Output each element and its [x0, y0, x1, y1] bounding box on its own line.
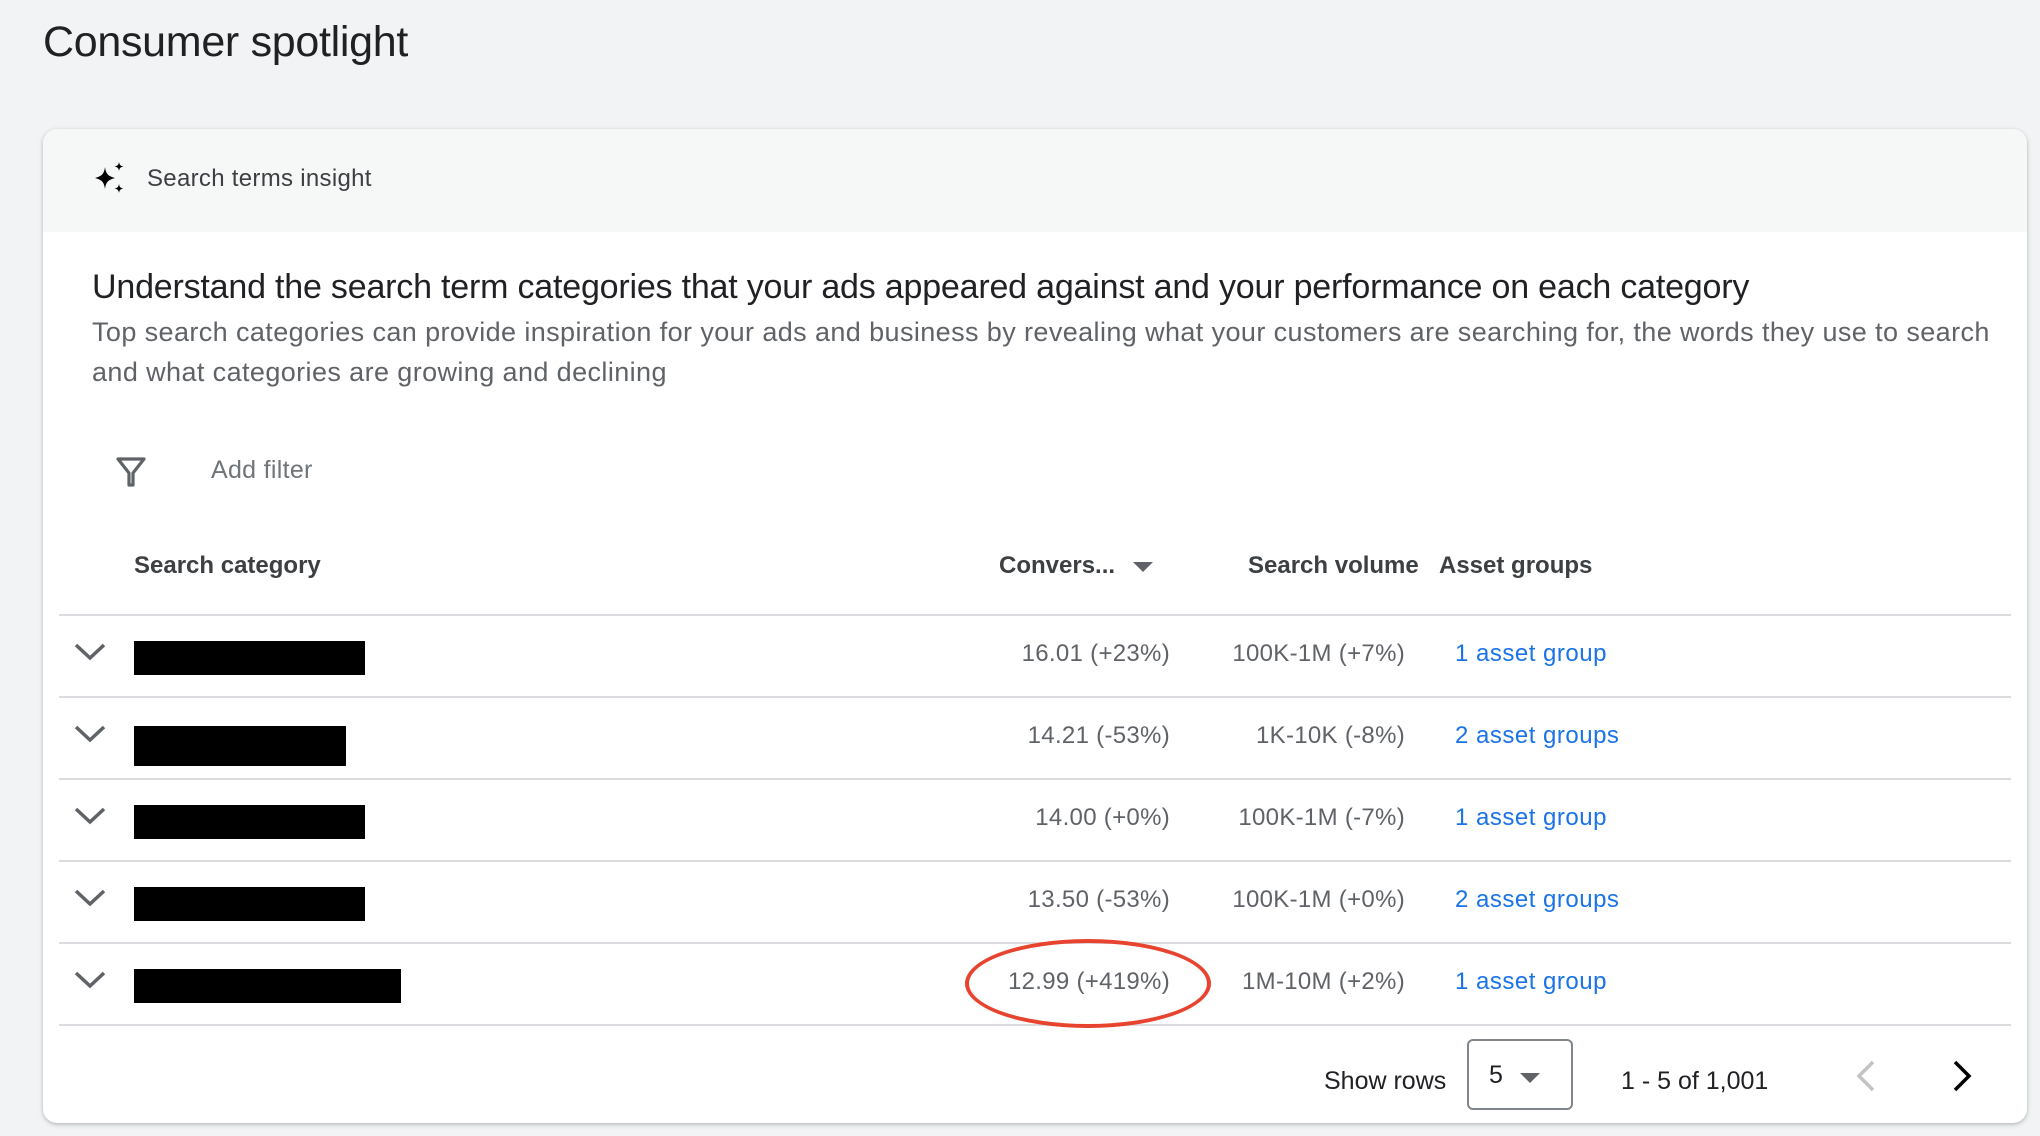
- chevron-right-icon[interactable]: [1949, 1059, 1975, 1093]
- conversions-cell: 14.00 (+0%): [1035, 804, 1170, 831]
- search-category-table: Search category Convers... Search volume…: [59, 519, 2011, 1026]
- column-header-conversions-label: Convers...: [999, 552, 1116, 579]
- search-volume-cell: 1K-10K (-8%): [1256, 722, 1405, 749]
- search-volume-cell: 100K-1M (+0%): [1232, 886, 1405, 913]
- redacted-category: [134, 969, 401, 1003]
- search-volume-cell: 100K-1M (+7%): [1232, 640, 1405, 667]
- chevron-down-icon[interactable]: [73, 887, 107, 909]
- conversions-cell: 12.99 (+419%): [1007, 968, 1170, 995]
- intro-heading: Understand the search term categories th…: [92, 268, 1750, 306]
- conversions-cell: 16.01 (+23%): [1021, 640, 1170, 667]
- redacted-category: [134, 887, 365, 921]
- redacted-category: [134, 726, 346, 766]
- page-range: 1 - 5 of 1,001: [1621, 1067, 1769, 1095]
- sort-descending-icon[interactable]: [1133, 561, 1154, 572]
- card-header: Search terms insight: [43, 129, 2027, 232]
- asset-groups-link[interactable]: 2 asset groups: [1455, 722, 1619, 750]
- pagination-footer: Show rows 5 1 - 5 of 1,001: [43, 1037, 2027, 1123]
- chevron-down-icon[interactable]: [73, 805, 107, 827]
- table-row: 14.00 (+0%) 100K-1M (-7%) 1 asset group: [59, 780, 2011, 862]
- rows-per-page-select[interactable]: 5: [1467, 1039, 1573, 1110]
- chevron-down-icon[interactable]: [73, 723, 107, 745]
- search-volume-cell: 1M-10M (+2%): [1242, 968, 1405, 995]
- column-header-asset-groups[interactable]: Asset groups: [1439, 552, 1592, 580]
- asset-groups-link[interactable]: 1 asset group: [1455, 804, 1607, 832]
- search-volume-cell: 100K-1M (-7%): [1238, 804, 1405, 831]
- intro-description: Top search categories can provide inspir…: [92, 317, 1990, 387]
- filter-icon[interactable]: [115, 456, 147, 488]
- add-filter-button[interactable]: Add filter: [211, 456, 313, 485]
- sparkle-icon: [95, 162, 124, 193]
- dropdown-arrow-icon: [1520, 1073, 1540, 1083]
- page-title: Consumer spotlight: [43, 18, 409, 66]
- chevron-down-icon[interactable]: [73, 969, 107, 991]
- table-row: 13.50 (-53%) 100K-1M (+0%) 2 asset group…: [59, 862, 2011, 944]
- asset-groups-link[interactable]: 2 asset groups: [1455, 886, 1619, 914]
- asset-groups-link[interactable]: 1 asset group: [1455, 640, 1607, 668]
- column-header-search-category[interactable]: Search category: [134, 552, 321, 580]
- table-row: 14.21 (-53%) 1K-10K (-8%) 2 asset groups: [59, 698, 2011, 780]
- rows-per-page-value: 5: [1489, 1061, 1503, 1089]
- table-header: Search category Convers... Search volume…: [59, 519, 2011, 616]
- column-header-conversions[interactable]: Convers...: [999, 552, 1154, 580]
- conversions-cell: 14.21 (-53%): [1027, 722, 1170, 749]
- chevron-left-icon[interactable]: [1853, 1059, 1879, 1093]
- show-rows-label: Show rows: [1324, 1067, 1447, 1095]
- search-terms-insight-card: Search terms insight Understand the sear…: [43, 129, 2027, 1123]
- redacted-category: [134, 641, 365, 675]
- redacted-category: [134, 805, 365, 839]
- card-header-label: Search terms insight: [147, 165, 372, 192]
- filter-bar[interactable]: Add filter: [43, 444, 2027, 500]
- table-row: 16.01 (+23%) 100K-1M (+7%) 1 asset group: [59, 616, 2011, 698]
- conversions-cell: 13.50 (-53%): [1027, 886, 1170, 913]
- table-row: 12.99 (+419%) 1M-10M (+2%) 1 asset group: [59, 944, 2011, 1026]
- asset-groups-link[interactable]: 1 asset group: [1455, 968, 1607, 996]
- chevron-down-icon[interactable]: [73, 641, 107, 663]
- column-header-search-volume[interactable]: Search volume: [1248, 552, 1419, 580]
